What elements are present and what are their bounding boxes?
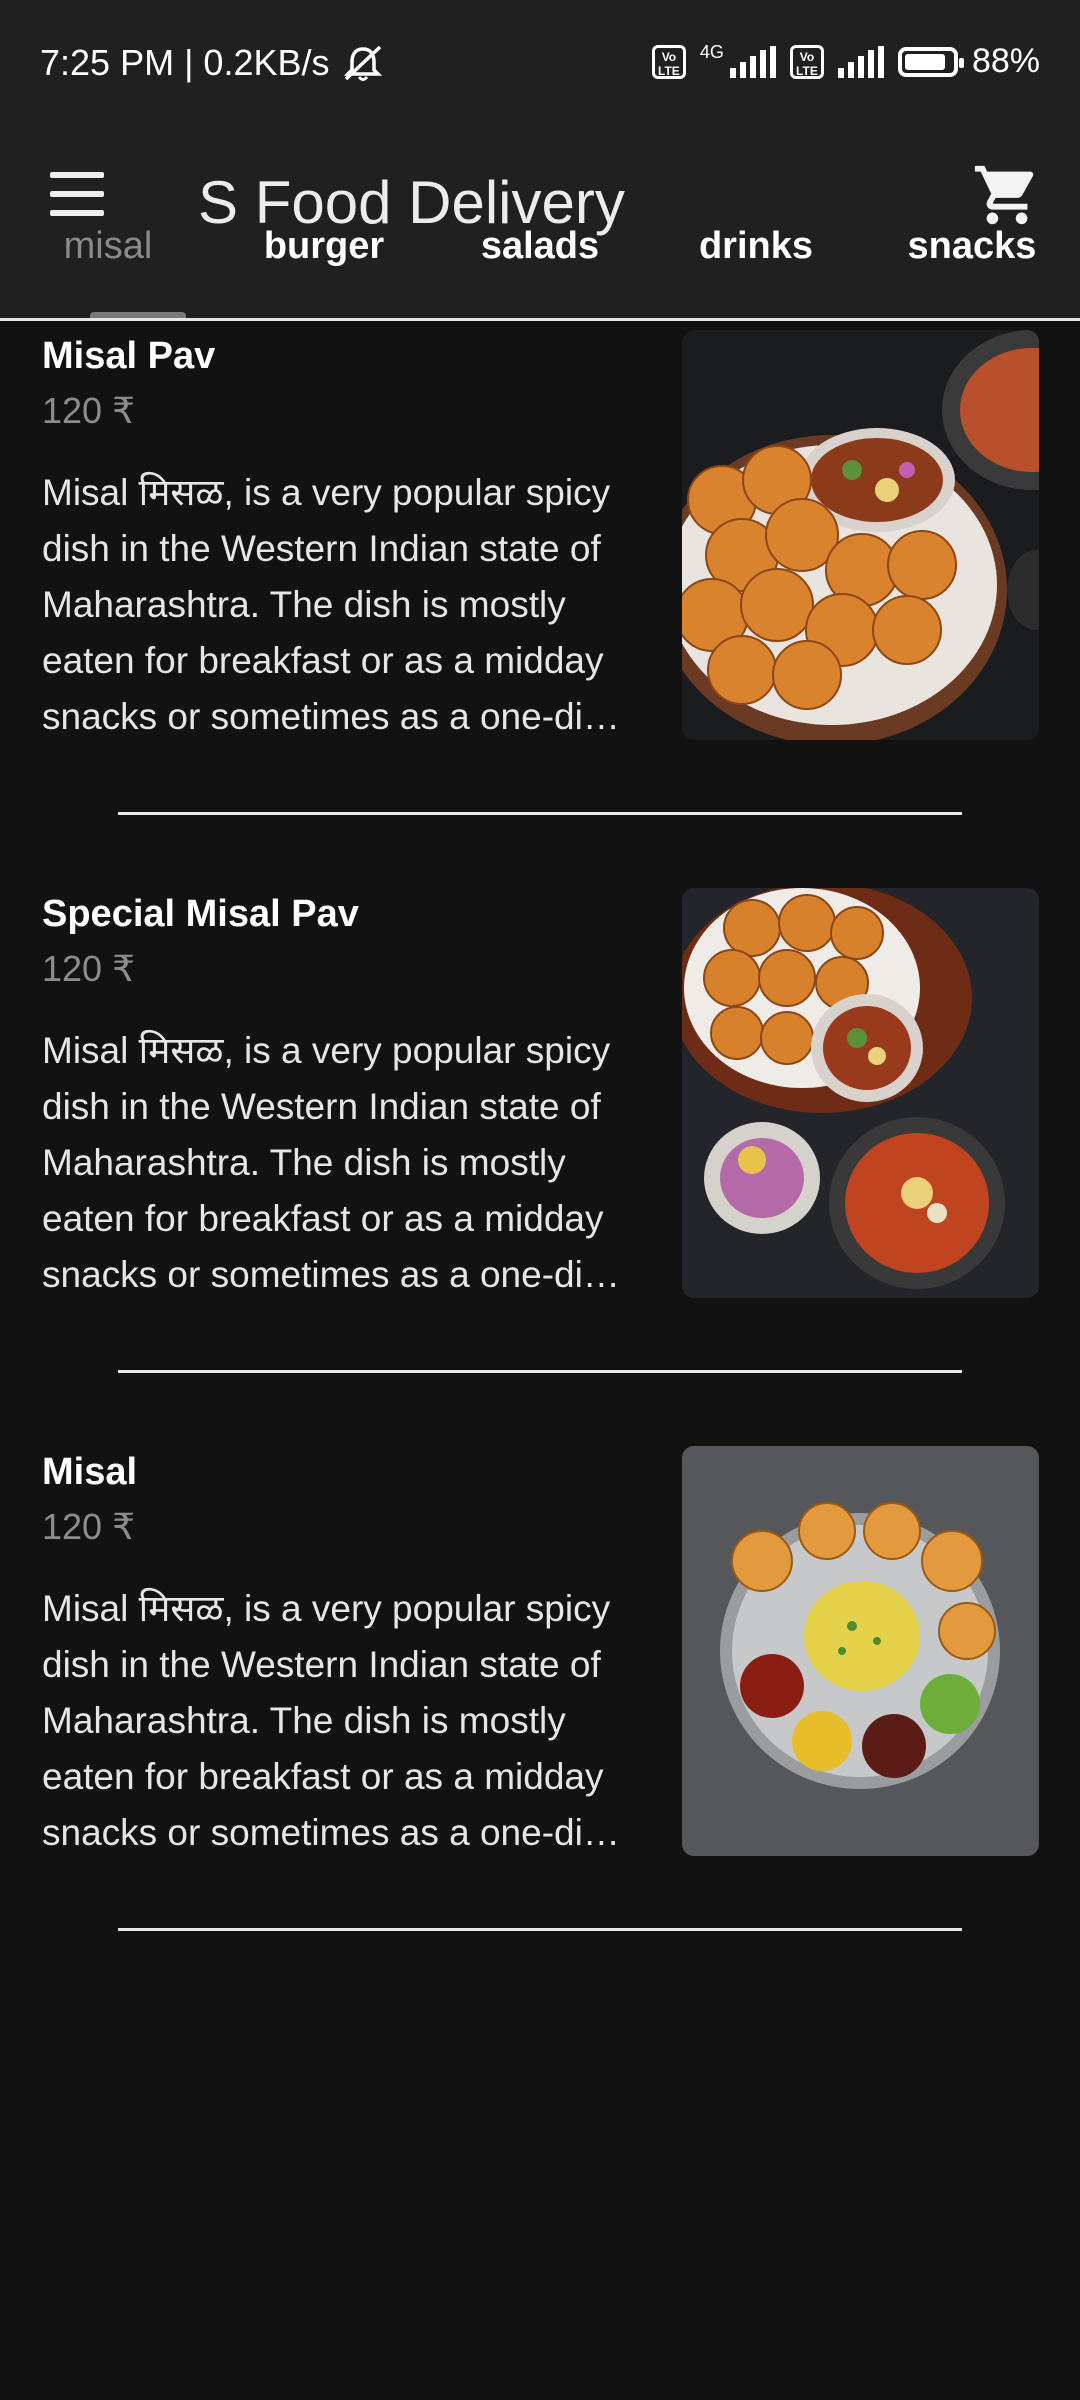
shopping-cart-icon[interactable] xyxy=(972,160,1042,230)
item-title: Misal Pav xyxy=(42,335,216,377)
app-bar: S Food Delivery misal burger salads drin… xyxy=(0,130,1080,320)
item-price: 120 ₹ xyxy=(42,390,135,431)
tab-burger[interactable]: burger xyxy=(246,225,402,320)
app-bar-divider xyxy=(0,318,1080,321)
volte-icon: Vo LTE xyxy=(651,44,686,79)
tab-label: salads xyxy=(480,225,600,267)
item-divider xyxy=(118,1928,962,1931)
muted-bell-icon xyxy=(343,45,382,81)
tab-snacks[interactable]: snacks xyxy=(894,225,1050,320)
item-title: Misal xyxy=(42,1451,138,1493)
tab-label: burger xyxy=(263,225,385,267)
signal-strength-icon xyxy=(729,45,776,78)
network-type-label: 4G xyxy=(699,42,724,62)
menu-item[interactable]: Special Misal Pav 120 ₹ Misal मिसळ, is a… xyxy=(0,888,1080,1448)
item-image-special-misal-pav xyxy=(682,888,1039,1298)
item-image-misal-pav xyxy=(682,330,1039,740)
volte-icon-2: Vo LTE xyxy=(789,44,824,79)
tab-label: snacks xyxy=(907,225,1037,267)
battery-icon xyxy=(897,46,964,77)
tab-drinks[interactable]: drinks xyxy=(678,225,834,320)
battery-percent: 88% xyxy=(971,42,1040,80)
hamburger-menu-icon[interactable] xyxy=(50,172,104,216)
category-tabs: misal burger salads drinks snacks xyxy=(0,225,1080,320)
item-divider xyxy=(118,812,962,815)
battery-fill xyxy=(904,53,946,70)
item-description: Misal मिसळ, is a very popular spicy dish… xyxy=(42,1588,620,1853)
item-title: Special Misal Pav xyxy=(42,893,359,935)
status-right: Vo LTE 4G Vo LTE 88% xyxy=(651,42,1040,81)
tab-label: drinks xyxy=(698,225,814,267)
status-time-speed: 7:25 PM | 0.2KB/s xyxy=(40,42,330,83)
item-divider xyxy=(118,1370,962,1373)
item-price: 120 ₹ xyxy=(42,948,135,989)
signal-strength-icon-2 xyxy=(837,45,884,78)
menu-item[interactable]: Misal 120 ₹ Misal मिसळ, is a very popula… xyxy=(0,1446,1080,2006)
tab-label: misal xyxy=(63,225,153,267)
status-left: 7:25 PM | 0.2KB/s xyxy=(40,42,386,84)
item-price: 120 ₹ xyxy=(42,1506,135,1547)
item-description: Misal मिसळ, is a very popular spicy dish… xyxy=(42,1030,620,1295)
menu-item[interactable]: Misal Pav 120 ₹ Misal मिसळ, is a very po… xyxy=(0,330,1080,890)
item-description: Misal मिसळ, is a very popular spicy dish… xyxy=(42,472,620,737)
tab-salads[interactable]: salads xyxy=(462,225,618,320)
tab-misal[interactable]: misal xyxy=(30,225,186,320)
status-bar: 7:25 PM | 0.2KB/s Vo LTE 4G Vo LTE 88% xyxy=(0,0,1080,130)
item-image-misal xyxy=(682,1446,1039,1856)
